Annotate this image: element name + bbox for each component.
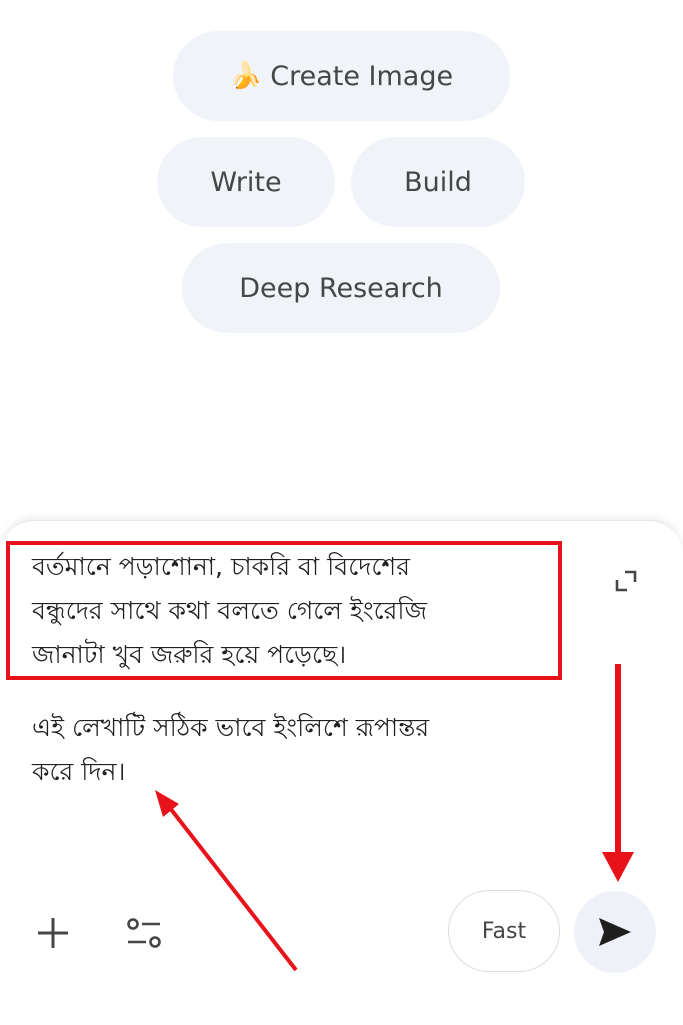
create-image-label: Create Image: [270, 60, 454, 92]
write-label: Write: [210, 166, 282, 198]
deep-research-chip[interactable]: Deep Research: [182, 243, 500, 333]
build-label: Build: [404, 166, 472, 198]
banana-icon: 🍌: [229, 61, 263, 91]
expand-button[interactable]: [606, 561, 646, 601]
mode-label: Fast: [481, 918, 527, 944]
tools-button[interactable]: [120, 910, 168, 956]
write-chip[interactable]: Write: [157, 137, 335, 227]
build-chip[interactable]: Build: [351, 137, 525, 227]
deep-research-label: Deep Research: [239, 272, 443, 304]
prompt-input-text-instruction[interactable]: এই লেখাটি সঠিক ভাবে ইংলিশে রূপান্তর করে …: [32, 706, 572, 794]
tools-sliders-icon: [127, 918, 161, 948]
prompt-input-text-highlighted[interactable]: বর্তমানে পড়াশোনা, চাকরি বা বিদেশের বন্ধ…: [32, 545, 572, 677]
send-icon: [599, 918, 631, 946]
expand-icon: [615, 570, 637, 592]
add-button[interactable]: [30, 910, 76, 956]
send-button[interactable]: [574, 891, 656, 973]
mode-selector-button[interactable]: Fast: [448, 890, 560, 972]
create-image-chip[interactable]: 🍌 Create Image: [173, 31, 510, 121]
plus-icon: [38, 918, 68, 948]
